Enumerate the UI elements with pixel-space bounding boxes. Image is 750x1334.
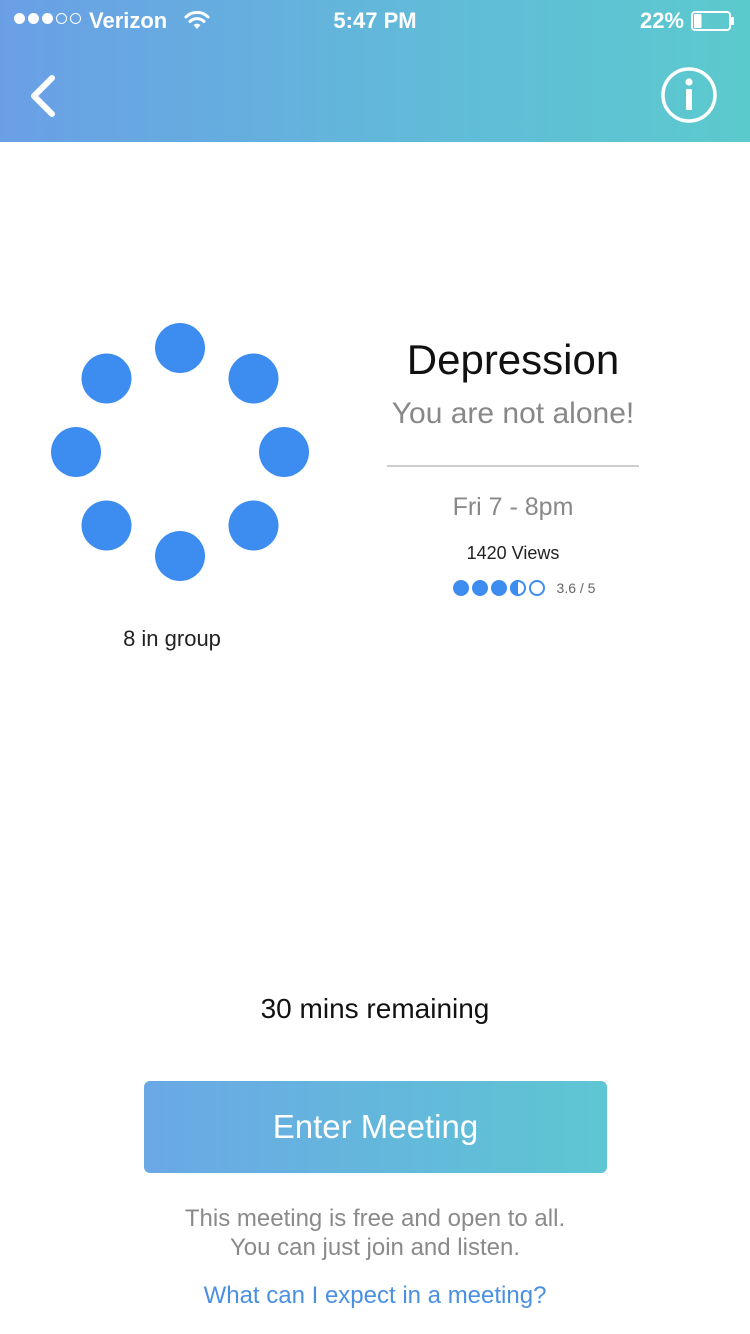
rating-dot-partial — [509, 580, 526, 596]
member-dot-icon — [81, 353, 132, 404]
meeting-subtitle: You are not alone! — [391, 397, 635, 430]
member-dot-icon — [259, 427, 309, 477]
rating-row: 3.6 / 5 — [360, 578, 666, 598]
group-members-ring — [40, 312, 320, 592]
meeting-schedule: Fri 7 - 8pm — [452, 493, 574, 521]
chevron-left-icon — [31, 75, 55, 117]
info-button[interactable] — [660, 66, 718, 124]
status-time: 5:47 PM — [333, 8, 417, 33]
group-members-graphic — [51, 323, 309, 581]
member-dot-icon — [228, 353, 279, 404]
member-dot-icon — [51, 427, 101, 477]
divider — [387, 465, 639, 467]
rating-value: 3.6 / 5 — [556, 580, 596, 596]
status-bar: Verizon 5:47 PM 22% — [0, 0, 750, 40]
enter-meeting-button[interactable]: Enter Meeting — [144, 1081, 607, 1173]
rating-dot-full — [452, 580, 469, 596]
view-count: 1420 Views — [466, 543, 560, 563]
rating-dot-empty — [528, 580, 545, 596]
header-bar: Verizon 5:47 PM 22% — [0, 0, 750, 142]
rating-dot-full — [471, 580, 488, 596]
rating-dot-full — [490, 580, 507, 596]
group-count-label: 8 in group — [123, 626, 221, 651]
time-remaining: 30 mins remaining — [260, 993, 490, 1024]
meeting-note-line-2: You can just join and listen. — [230, 1234, 520, 1261]
rating-dots — [452, 580, 545, 596]
meeting-info-panel: Depression You are not alone! Fri 7 - 8p… — [360, 330, 666, 598]
meeting-note: This meeting is free and open to all. Yo… — [0, 1204, 750, 1262]
battery-percentage: 22% — [639, 8, 684, 33]
info-icon — [661, 67, 717, 123]
battery-icon — [691, 11, 734, 31]
meeting-faq-link[interactable]: What can I expect in a meeting? — [0, 1282, 750, 1310]
meeting-note-line-1: This meeting is free and open to all. — [184, 1205, 566, 1232]
back-button[interactable] — [22, 70, 66, 122]
member-dot-icon — [228, 500, 279, 551]
member-dot-icon — [81, 500, 132, 551]
battery-fill — [694, 14, 702, 28]
member-dot-icon — [155, 531, 205, 581]
member-dot-icon — [155, 323, 205, 373]
meeting-title: Depression — [406, 336, 620, 383]
